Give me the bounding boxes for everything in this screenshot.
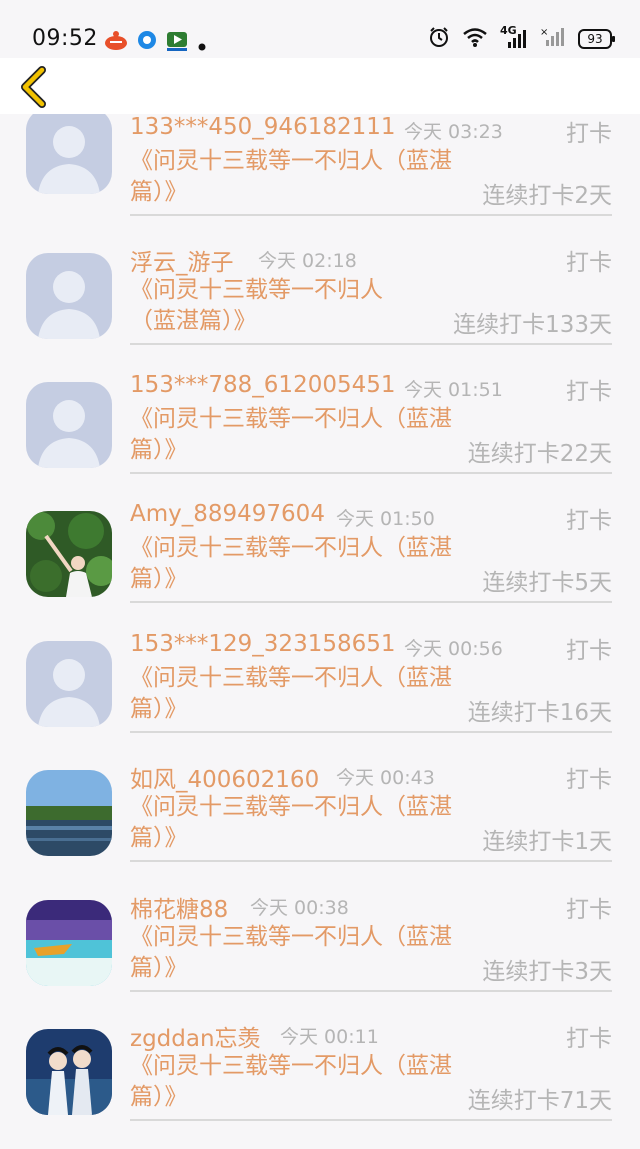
list-item[interactable]: 133***450_946182111 今天 03:23 打卡 《问灵十三载等一… bbox=[0, 108, 640, 244]
back-button[interactable] bbox=[16, 64, 56, 110]
checkin-time: 今天 00:56 bbox=[404, 638, 503, 660]
checkin-time: 今天 02:18 bbox=[258, 250, 357, 272]
checkin-action: 打卡 bbox=[566, 767, 612, 793]
default-avatar[interactable] bbox=[26, 641, 112, 727]
row-divider bbox=[130, 472, 612, 474]
book-title[interactable]: 《问灵十三载等一不归人（蓝湛篇）》 bbox=[130, 533, 460, 595]
row-divider bbox=[130, 214, 612, 216]
default-avatar[interactable] bbox=[26, 253, 112, 339]
chevron-left-icon bbox=[21, 66, 46, 108]
checkin-action: 打卡 bbox=[566, 379, 612, 405]
checkin-time: 今天 01:50 bbox=[336, 508, 435, 530]
user-name: 153***788_612005451 bbox=[130, 372, 396, 398]
book-title[interactable]: 《问灵十三载等一不归人（蓝湛篇）》 bbox=[130, 922, 460, 984]
checkin-action: 打卡 bbox=[566, 121, 612, 147]
row-divider bbox=[130, 990, 612, 992]
book-title[interactable]: 《问灵十三载等一不归人（蓝湛篇）》 bbox=[130, 275, 410, 337]
user-name: 153***129_323158651 bbox=[130, 631, 396, 657]
list-item[interactable]: 153***788_612005451 今天 01:51 打卡 《问灵十三载等一… bbox=[0, 372, 640, 502]
checkin-time: 今天 00:11 bbox=[280, 1026, 379, 1048]
checkin-list[interactable]: 133***450_946182111 今天 03:23 打卡 《问灵十三载等一… bbox=[0, 0, 640, 1139]
streak-count: 连续打卡133天 bbox=[453, 312, 612, 338]
photo-lake-avatar[interactable] bbox=[26, 770, 112, 856]
streak-count: 连续打卡22天 bbox=[467, 441, 612, 467]
checkin-action: 打卡 bbox=[566, 250, 612, 276]
row-divider bbox=[130, 731, 612, 733]
streak-count: 连续打卡5天 bbox=[482, 570, 612, 596]
checkin-time: 今天 01:51 bbox=[404, 379, 503, 401]
row-divider bbox=[130, 860, 612, 862]
list-item[interactable]: Amy_889497604 今天 01:50 打卡 《问灵十三载等一不归人（蓝湛… bbox=[0, 501, 640, 631]
checkin-time: 今天 00:43 bbox=[336, 767, 435, 789]
row-divider bbox=[130, 1119, 612, 1121]
header-bar bbox=[0, 58, 640, 114]
list-item[interactable]: 153***129_323158651 今天 00:56 打卡 《问灵十三载等一… bbox=[0, 631, 640, 761]
book-title[interactable]: 《问灵十三载等一不归人（蓝湛篇）》 bbox=[130, 146, 460, 208]
list-item[interactable]: 棉花糖88 今天 00:38 打卡 《问灵十三载等一不归人（蓝湛篇）》 连续打卡… bbox=[0, 890, 640, 1020]
book-title[interactable]: 《问灵十三载等一不归人（蓝湛篇）》 bbox=[130, 404, 460, 466]
streak-count: 连续打卡71天 bbox=[467, 1088, 612, 1114]
photo-leaves-avatar[interactable] bbox=[26, 511, 112, 597]
list-item[interactable]: zgddan忘羡 今天 00:11 打卡 《问灵十三载等一不归人（蓝湛篇）》 连… bbox=[0, 1019, 640, 1149]
book-title[interactable]: 《问灵十三载等一不归人（蓝湛篇）》 bbox=[130, 1051, 460, 1113]
default-avatar[interactable] bbox=[26, 108, 112, 194]
streak-count: 连续打卡1天 bbox=[482, 829, 612, 855]
user-name: 浮云_游子 bbox=[130, 250, 234, 276]
streak-count: 连续打卡16天 bbox=[467, 700, 612, 726]
checkin-time: 今天 00:38 bbox=[250, 897, 349, 919]
user-name: 如风_400602160 bbox=[130, 767, 320, 793]
user-name: 133***450_946182111 bbox=[130, 114, 396, 140]
list-item[interactable]: 浮云_游子 今天 02:18 打卡 《问灵十三载等一不归人（蓝湛篇）》 连续打卡… bbox=[0, 243, 640, 373]
photo-boat-avatar[interactable] bbox=[26, 900, 112, 986]
streak-count: 连续打卡3天 bbox=[482, 959, 612, 985]
book-title[interactable]: 《问灵十三载等一不归人（蓝湛篇）》 bbox=[130, 663, 460, 725]
list-item[interactable]: 如风_400602160 今天 00:43 打卡 《问灵十三载等一不归人（蓝湛篇… bbox=[0, 760, 640, 890]
checkin-action: 打卡 bbox=[566, 638, 612, 664]
checkin-time: 今天 03:23 bbox=[404, 121, 503, 143]
row-divider bbox=[130, 343, 612, 345]
photo-drama-avatar[interactable] bbox=[26, 1029, 112, 1115]
checkin-action: 打卡 bbox=[566, 1026, 612, 1052]
streak-count: 连续打卡2天 bbox=[482, 183, 612, 209]
user-name: zgddan忘羡 bbox=[130, 1026, 261, 1052]
checkin-action: 打卡 bbox=[566, 897, 612, 923]
book-title[interactable]: 《问灵十三载等一不归人（蓝湛篇）》 bbox=[130, 792, 460, 854]
user-name: 棉花糖88 bbox=[130, 897, 229, 923]
user-name: Amy_889497604 bbox=[130, 501, 325, 527]
default-avatar[interactable] bbox=[26, 382, 112, 468]
checkin-action: 打卡 bbox=[566, 508, 612, 534]
row-divider bbox=[130, 601, 612, 603]
